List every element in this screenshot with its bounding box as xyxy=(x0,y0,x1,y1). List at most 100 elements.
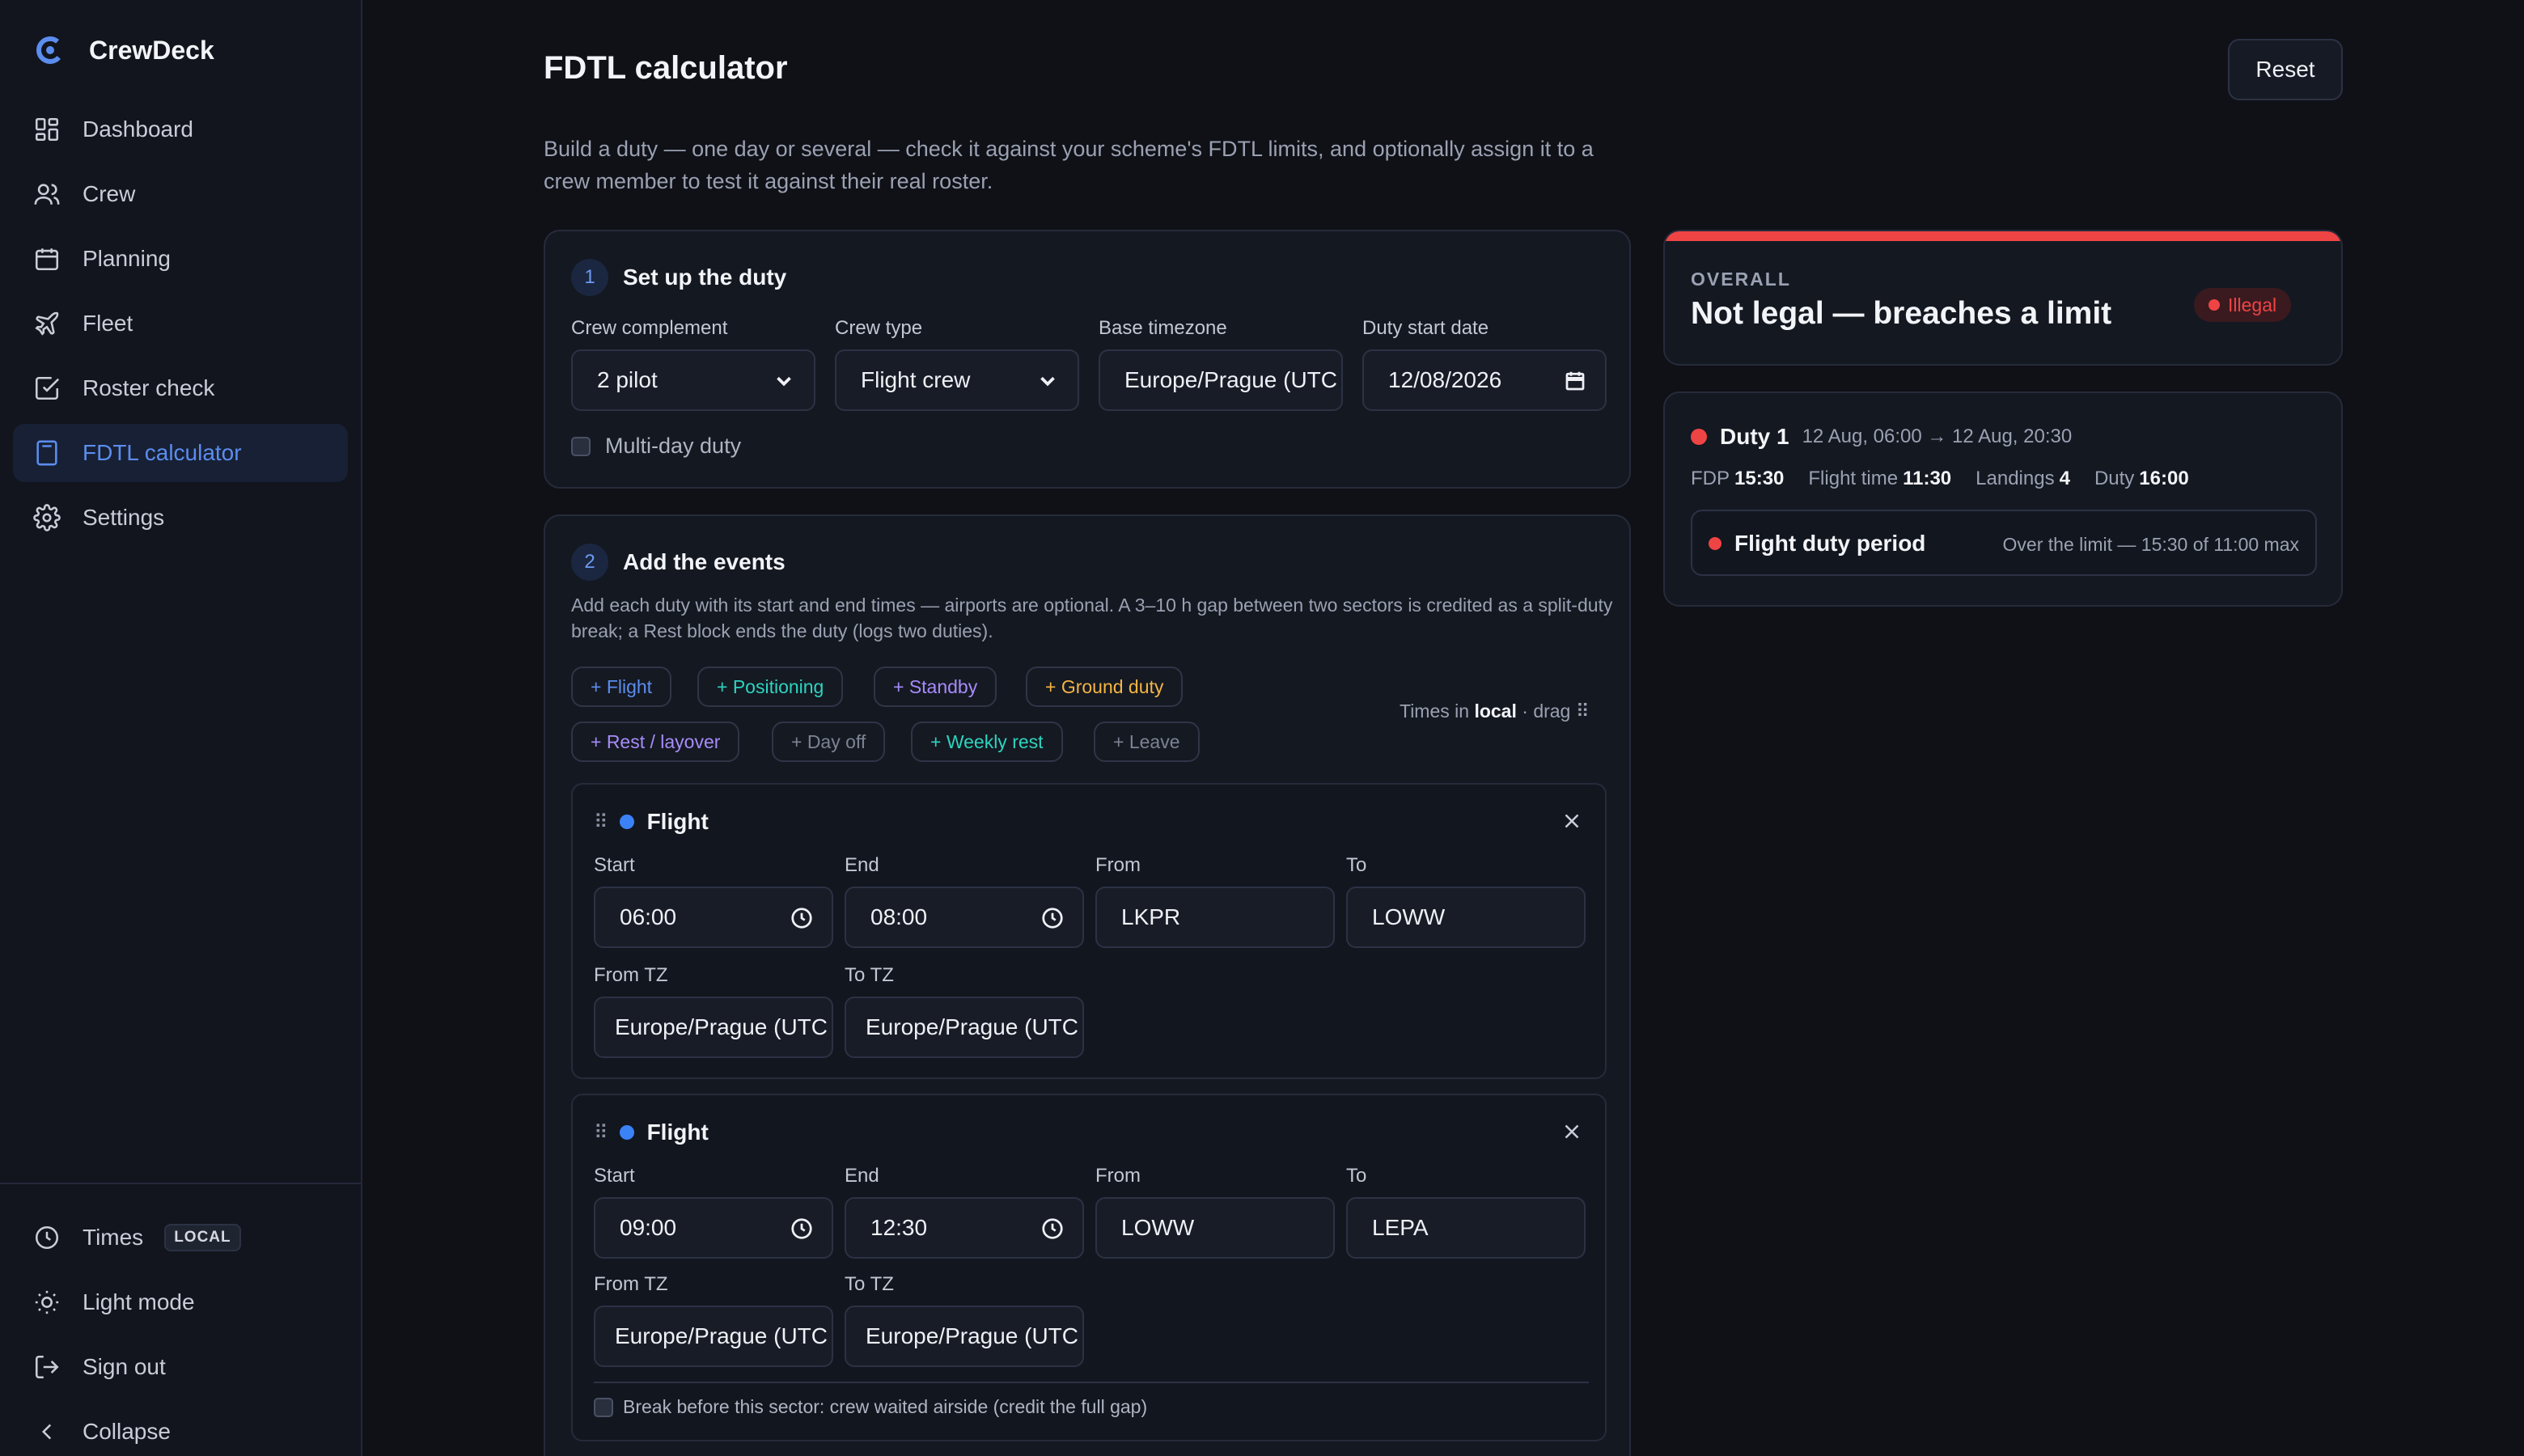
calculator-icon xyxy=(32,438,61,468)
to-tz-label: To TZ xyxy=(845,1273,894,1295)
times-mode-toggle[interactable]: Times LOCAL xyxy=(13,1208,348,1267)
chevron-down-icon xyxy=(777,376,791,387)
times-mode-note: Times in local · drag ⠿ xyxy=(1400,700,1590,722)
limit-check-name: Flight duty period xyxy=(1734,531,1926,556)
add-ground-duty-button[interactable]: + Ground duty xyxy=(1026,667,1184,707)
end-label: End xyxy=(845,1165,879,1187)
event-title: Flight xyxy=(646,809,709,834)
multi-day-checkbox[interactable] xyxy=(571,437,591,456)
duty-start-date-input[interactable]: 12/08/2026 xyxy=(1362,349,1607,411)
from-tz-label: From TZ xyxy=(594,964,668,986)
users-icon xyxy=(32,180,61,209)
break-before-sector-checkbox[interactable] xyxy=(594,1398,613,1417)
from-tz-input[interactable]: Europe/Prague (UTC xyxy=(594,1306,833,1367)
from-airport-input[interactable]: LKPR xyxy=(1095,887,1335,948)
add-rest-layover-button[interactable]: + Rest / layover xyxy=(571,722,740,762)
reset-button[interactable]: Reset xyxy=(2228,39,2343,100)
add-events-card: 2 Add the events Add each duty with its … xyxy=(544,514,1631,1456)
times-label: Times xyxy=(83,1225,144,1250)
fdp-label: FDP xyxy=(1691,468,1730,489)
drag-handle-icon[interactable]: ⠿ xyxy=(594,1121,608,1145)
base-timezone-label: Base timezone xyxy=(1099,317,1227,339)
step-number: 1 xyxy=(571,259,608,296)
sidebar: CrewDeck Dashboard Crew Planning Fleet R… xyxy=(0,0,362,1456)
light-mode-button[interactable]: Light mode xyxy=(13,1273,348,1331)
end-time-value: 12:30 xyxy=(870,1215,928,1240)
duty-stat: Duty 16:00 xyxy=(2094,468,2189,490)
status-badge-label: Illegal xyxy=(2228,294,2277,315)
times-mode-badge: LOCAL xyxy=(164,1224,241,1251)
to-label: To xyxy=(1346,1165,1367,1187)
multi-day-label: Multi-day duty xyxy=(605,434,742,458)
add-flight-button[interactable]: + Flight xyxy=(571,667,672,707)
sidebar-item-roster-check[interactable]: Roster check xyxy=(13,359,348,417)
base-timezone-value: Europe/Prague (UTC xyxy=(1124,367,1338,392)
sidebar-item-label: FDTL calculator xyxy=(83,440,242,465)
events-description: Add each duty with its start and end tim… xyxy=(571,595,1613,641)
add-positioning-button[interactable]: + Positioning xyxy=(697,667,844,707)
brand[interactable]: CrewDeck xyxy=(32,32,214,68)
add-leave-button[interactable]: + Leave xyxy=(1094,722,1200,762)
flight-time-stat: Flight time 11:30 xyxy=(1808,468,1951,490)
crew-type-select[interactable]: Flight crew xyxy=(835,349,1079,411)
sign-out-icon xyxy=(32,1352,61,1382)
to-airport-input[interactable]: LOWW xyxy=(1346,887,1586,948)
duty-name: Duty 1 xyxy=(1720,424,1789,449)
step-title: Set up the duty xyxy=(623,265,787,290)
calendar-icon xyxy=(32,244,61,273)
sidebar-item-label: Fleet xyxy=(83,311,133,336)
fdp-stat: FDP 15:30 xyxy=(1691,468,1784,490)
base-timezone-input[interactable]: Europe/Prague (UTC xyxy=(1099,349,1343,411)
crew-type-value: Flight crew xyxy=(861,367,971,392)
calendar-icon[interactable] xyxy=(1563,369,1587,393)
crew-complement-value: 2 pilot xyxy=(597,367,658,392)
sidebar-item-settings[interactable]: Settings xyxy=(13,489,348,547)
end-time-input[interactable]: 12:30 xyxy=(845,1197,1084,1259)
collapse-button[interactable]: Collapse xyxy=(13,1403,348,1456)
crew-complement-label: Crew complement xyxy=(571,317,728,339)
sidebar-item-planning[interactable]: Planning xyxy=(13,230,348,288)
to-airport-input[interactable]: LEPA xyxy=(1346,1197,1586,1259)
clock-icon[interactable] xyxy=(1040,906,1065,930)
from-airport-input[interactable]: LOWW xyxy=(1095,1197,1335,1259)
to-tz-input[interactable]: Europe/Prague (UTC xyxy=(845,997,1084,1058)
sidebar-item-fleet[interactable]: Fleet xyxy=(13,294,348,353)
start-label: Start xyxy=(594,1165,635,1187)
crew-type-label: Crew type xyxy=(835,317,923,339)
sidebar-item-label: Roster check xyxy=(83,375,215,400)
event-card[interactable]: ⠿ Flight Start 06:00 End 08:00 From LKPR… xyxy=(571,783,1607,1079)
limit-check-row[interactable]: Flight duty period Over the limit — 15:3… xyxy=(1691,510,2317,576)
crew-complement-select[interactable]: 2 pilot xyxy=(571,349,815,411)
sidebar-item-dashboard[interactable]: Dashboard xyxy=(13,100,348,159)
add-standby-button[interactable]: + Standby xyxy=(874,667,997,707)
to-label: To xyxy=(1346,854,1367,876)
sidebar-nav: Dashboard Crew Planning Fleet Roster che… xyxy=(13,100,348,553)
add-day-off-button[interactable]: + Day off xyxy=(772,722,886,762)
close-icon[interactable] xyxy=(1560,1120,1584,1144)
drag-handle-icon[interactable]: ⠿ xyxy=(594,811,608,834)
dashboard-icon xyxy=(32,115,61,144)
landings-value: 4 xyxy=(2059,468,2070,489)
clock-icon[interactable] xyxy=(790,1217,814,1241)
main-content: FDTL calculator Reset Build a duty — one… xyxy=(544,0,2356,1456)
collapse-label: Collapse xyxy=(83,1419,171,1444)
chevron-down-icon xyxy=(1040,376,1055,387)
status-dot xyxy=(1691,429,1707,445)
step-title: Add the events xyxy=(623,549,786,574)
start-time-input[interactable]: 09:00 xyxy=(594,1197,833,1259)
clock-icon[interactable] xyxy=(1040,1217,1065,1241)
sidebar-item-crew[interactable]: Crew xyxy=(13,165,348,223)
sign-out-button[interactable]: Sign out xyxy=(13,1338,348,1396)
event-card[interactable]: ⠿ Flight Start 09:00 End 12:30 From LOWW… xyxy=(571,1094,1607,1441)
to-tz-value: Europe/Prague (UTC xyxy=(866,1323,1079,1348)
end-time-input[interactable]: 08:00 xyxy=(845,887,1084,948)
close-icon[interactable] xyxy=(1560,809,1584,833)
sidebar-item-fdtl-calculator[interactable]: FDTL calculator xyxy=(13,424,348,482)
clock-icon[interactable] xyxy=(790,906,814,930)
start-time-input[interactable]: 06:00 xyxy=(594,887,833,948)
from-tz-input[interactable]: Europe/Prague (UTC xyxy=(594,997,833,1058)
duty-stats: FDP 15:30 Flight time 11:30 Landings 4 Duty… xyxy=(1691,468,2189,490)
add-weekly-rest-button[interactable]: + Weekly rest xyxy=(911,722,1063,762)
from-airport-value: LOWW xyxy=(1121,1215,1195,1240)
to-tz-input[interactable]: Europe/Prague (UTC xyxy=(845,1306,1084,1367)
